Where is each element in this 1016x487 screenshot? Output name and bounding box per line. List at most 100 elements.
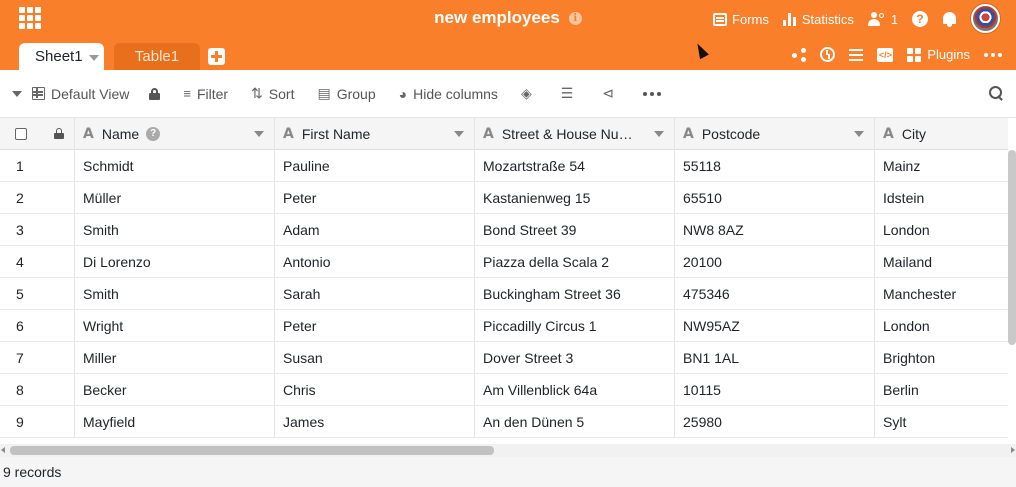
- cell-postcode[interactable]: BN1 1AL: [675, 342, 875, 373]
- cell-name[interactable]: Smith: [75, 278, 275, 309]
- cell-street[interactable]: Kastanienweg 15: [475, 182, 675, 213]
- add-table-icon[interactable]: [208, 48, 225, 65]
- cell-postcode[interactable]: NW95AZ: [675, 310, 875, 341]
- cell-city[interactable]: Mainz: [875, 150, 1008, 181]
- info-icon[interactable]: i: [568, 12, 582, 25]
- cell-postcode[interactable]: 55118: [675, 150, 875, 181]
- table-row[interactable]: 7 Miller Susan Dover Street 3 BN1 1AL Br…: [0, 342, 1008, 374]
- tab-sheet1[interactable]: Sheet1: [19, 43, 104, 70]
- chevron-down-icon[interactable]: [88, 54, 99, 61]
- help-icon[interactable]: ?: [146, 126, 161, 141]
- search-icon[interactable]: [989, 86, 1003, 100]
- cell-name[interactable]: Mayfield: [75, 406, 275, 437]
- table-row[interactable]: 4 Di Lorenzo Antonio Piazza della Scala …: [0, 246, 1008, 278]
- view-more-button[interactable]: [643, 91, 662, 96]
- cell-street[interactable]: Bond Street 39: [475, 214, 675, 245]
- column-header-name[interactable]: A Name?: [75, 118, 275, 149]
- column-header-first-name[interactable]: A First Name: [275, 118, 475, 149]
- cell-first-name[interactable]: Adam: [275, 214, 475, 245]
- chevron-down-icon[interactable]: [654, 130, 664, 137]
- horizontal-scroll-thumb[interactable]: [10, 446, 494, 455]
- cell-postcode[interactable]: 10115: [675, 374, 875, 405]
- cell-city[interactable]: Brighton: [875, 342, 1008, 373]
- filter-button[interactable]: ≡ Filter: [183, 86, 228, 102]
- scripts-button[interactable]: </>: [877, 47, 894, 62]
- cell-city[interactable]: Sylt: [875, 406, 1008, 437]
- cell-name[interactable]: Schmidt: [75, 150, 275, 181]
- cell-city[interactable]: Mailand: [875, 246, 1008, 277]
- select-all-checkbox[interactable]: [15, 127, 27, 140]
- cell-name[interactable]: Miller: [75, 342, 275, 373]
- chevron-down-icon[interactable]: [854, 130, 864, 137]
- column-header-postcode[interactable]: A Postcode: [675, 118, 875, 149]
- cell-postcode[interactable]: NW8 8AZ: [675, 214, 875, 245]
- table-row[interactable]: 5 Smith Sarah Buckingham Street 36 47534…: [0, 278, 1008, 310]
- cell-first-name[interactable]: Peter: [275, 310, 475, 341]
- cell-name[interactable]: Di Lorenzo: [75, 246, 275, 277]
- table-row[interactable]: 3 Smith Adam Bond Street 39 NW8 8AZ Lond…: [0, 214, 1008, 246]
- cell-street[interactable]: Dover Street 3: [475, 342, 675, 373]
- cell-street[interactable]: Piazza della Scala 2: [475, 246, 675, 277]
- vertical-scrollbar[interactable]: [1008, 150, 1016, 345]
- cell-name[interactable]: Becker: [75, 374, 275, 405]
- forms-button[interactable]: Forms: [713, 12, 769, 27]
- group-button[interactable]: ▤ Group: [317, 85, 375, 102]
- cell-first-name[interactable]: Peter: [275, 182, 475, 213]
- cell-street[interactable]: An den Dünen 5: [475, 406, 675, 437]
- lock-icon[interactable]: [54, 128, 64, 139]
- cell-first-name[interactable]: Antonio: [275, 246, 475, 277]
- cell-first-name[interactable]: Pauline: [275, 150, 475, 181]
- more-options-button[interactable]: [984, 52, 1002, 57]
- chevron-down-icon[interactable]: [454, 130, 464, 137]
- cell-postcode[interactable]: 65510: [675, 182, 875, 213]
- scroll-right-icon[interactable]: [1011, 447, 1015, 453]
- cell-street[interactable]: Buckingham Street 36: [475, 278, 675, 309]
- apps-grid-icon[interactable]: [19, 7, 41, 29]
- cell-street[interactable]: Mozartstraße 54: [475, 150, 675, 181]
- column-header-city[interactable]: A City: [875, 118, 1008, 149]
- cell-city[interactable]: London: [875, 214, 1008, 245]
- plugins-button[interactable]: Plugins: [907, 47, 970, 62]
- collaborators-button[interactable]: 1: [867, 12, 898, 27]
- cell-name[interactable]: Müller: [75, 182, 275, 213]
- cell-postcode[interactable]: 475346: [675, 278, 875, 309]
- notifications-button[interactable]: [942, 11, 957, 27]
- table-row[interactable]: 8 Becker Chris Am Villenblick 64a 10115 …: [0, 374, 1008, 406]
- cell-name[interactable]: Smith: [75, 214, 275, 245]
- chevron-down-icon[interactable]: [254, 130, 264, 137]
- cell-street[interactable]: Am Villenblick 64a: [475, 374, 675, 405]
- cell-city[interactable]: Manchester: [875, 278, 1008, 309]
- scroll-left-icon[interactable]: [1, 447, 5, 453]
- view-lock-button[interactable]: [149, 87, 161, 100]
- view-selector[interactable]: Default View: [32, 86, 129, 102]
- row-height-button[interactable]: ☰: [561, 85, 580, 102]
- table-row[interactable]: 6 Wright Peter Piccadilly Circus 1 NW95A…: [0, 310, 1008, 342]
- help-button[interactable]: ?: [912, 11, 929, 27]
- cell-first-name[interactable]: Susan: [275, 342, 475, 373]
- share-button[interactable]: [792, 47, 807, 62]
- statistics-button[interactable]: Statistics: [782, 12, 854, 27]
- base-title[interactable]: new employees i: [434, 8, 582, 28]
- user-avatar[interactable]: [971, 4, 1000, 33]
- cell-city[interactable]: Idstein: [875, 182, 1008, 213]
- sort-button[interactable]: ⇅ Sort: [251, 85, 294, 102]
- table-row[interactable]: 2 Müller Peter Kastanienweg 15 65510 Ids…: [0, 182, 1008, 214]
- cell-street[interactable]: Piccadilly Circus 1: [475, 310, 675, 341]
- column-header-street[interactable]: A Street & House Nu…: [475, 118, 675, 149]
- hide-columns-button[interactable]: ◕ Hide columns: [399, 86, 498, 102]
- cell-first-name[interactable]: Sarah: [275, 278, 475, 309]
- table-row[interactable]: 9 Mayfield James An den Dünen 5 25980 Sy…: [0, 406, 1008, 438]
- tab-table1[interactable]: Table1: [114, 43, 200, 70]
- share-view-button[interactable]: ⊲: [602, 85, 620, 102]
- cell-name[interactable]: Wright: [75, 310, 275, 341]
- cell-city[interactable]: London: [875, 310, 1008, 341]
- row-color-button[interactable]: ◈: [521, 85, 538, 102]
- table-row[interactable]: 1 Schmidt Pauline Mozartstraße 54 55118 …: [0, 150, 1008, 182]
- cell-first-name[interactable]: Chris: [275, 374, 475, 405]
- cell-postcode[interactable]: 25980: [675, 406, 875, 437]
- cell-postcode[interactable]: 20100: [675, 246, 875, 277]
- cell-first-name[interactable]: James: [275, 406, 475, 437]
- history-button[interactable]: [820, 47, 836, 62]
- settings-button[interactable]: [849, 48, 864, 61]
- horizontal-scrollbar[interactable]: [0, 444, 1016, 457]
